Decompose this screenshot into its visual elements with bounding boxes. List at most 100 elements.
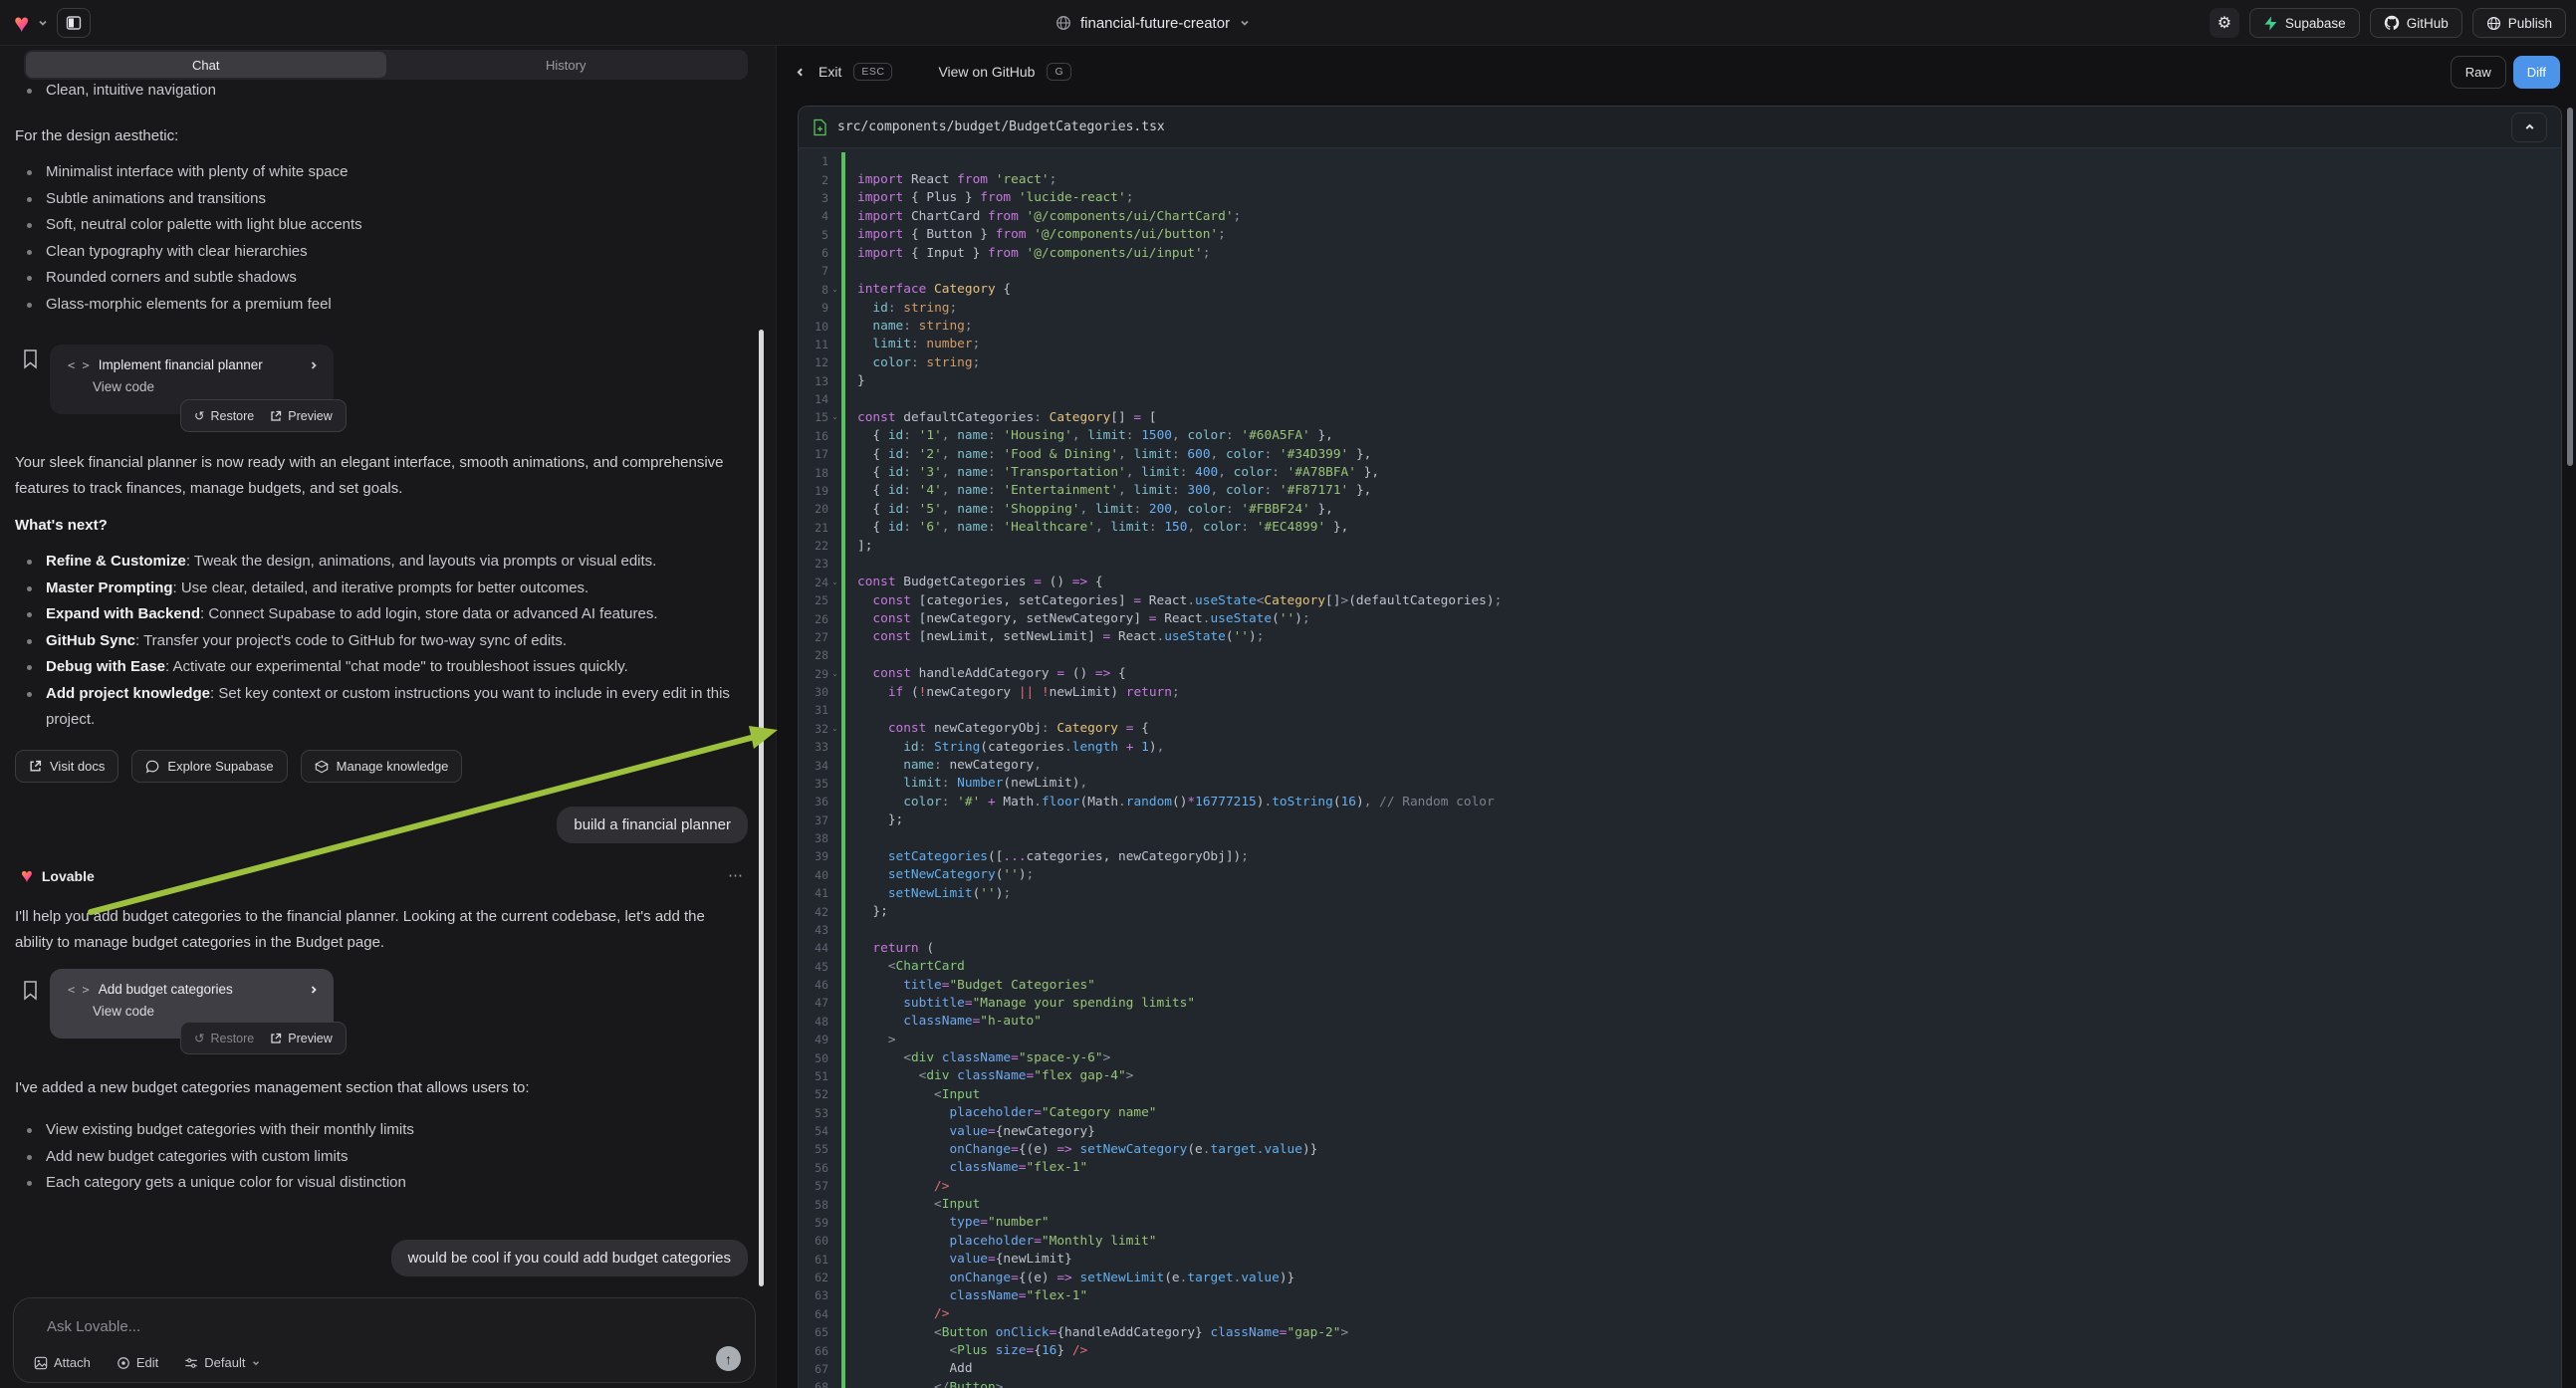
code-text: import { Button } from '@/components/ui/… (845, 227, 1226, 242)
fold-chevron-icon[interactable]: ⌄ (828, 724, 841, 734)
chat-input[interactable]: Ask Lovable... (47, 1318, 140, 1335)
line-number: 46 (799, 978, 828, 992)
line-number: 51 (799, 1069, 828, 1083)
code-text: { id: '3', name: 'Transportation', limit… (845, 465, 1379, 480)
visit-docs-button[interactable]: Visit docs (15, 750, 118, 783)
lovable-logo-icon[interactable]: ♥ (14, 10, 29, 36)
assistant-name: Lovable (42, 868, 95, 884)
code-scrollbar[interactable] (2567, 108, 2573, 466)
code-text: setNewLimit(''); (845, 886, 1011, 901)
whats-next-heading: What's next? (15, 517, 108, 534)
fold-chevron-icon[interactable]: ⌄ (828, 412, 841, 422)
supabase-label: Supabase (2285, 16, 2346, 31)
list-item: Expand with Backend: Connect Supabase to… (25, 601, 744, 628)
attach-button[interactable]: Attach (34, 1355, 91, 1370)
code-text: /> (845, 1306, 949, 1321)
line-number: 26 (799, 612, 828, 626)
settings-button[interactable]: ⚙ (2210, 8, 2239, 38)
code-line: 53 placeholder="Category name" (799, 1104, 2561, 1122)
restore-button[interactable]: ↺Restore (194, 1031, 254, 1045)
toggle-sidebar-button[interactable] (57, 8, 91, 38)
manage-knowledge-button[interactable]: Manage knowledge (301, 750, 463, 783)
tab-chat[interactable]: Chat (26, 52, 386, 78)
code-text: import React from 'react'; (845, 172, 1056, 187)
line-number: 1 (799, 154, 828, 168)
code-line: 1 (799, 152, 2561, 170)
send-button[interactable]: ↑ (716, 1346, 741, 1371)
chevron-left-icon[interactable] (794, 66, 807, 79)
code-text: <div className="flex gap-4"> (845, 1068, 1133, 1083)
bookmark-icon[interactable] (22, 348, 39, 369)
code-text: name: string; (845, 319, 973, 334)
code-text: { id: '5', name: 'Shopping', limit: 200,… (845, 502, 1333, 517)
line-number: 12 (799, 355, 828, 369)
view-code-link[interactable]: View code (50, 372, 334, 394)
code-line: 14 (799, 390, 2561, 408)
line-number: 45 (799, 960, 828, 974)
code-line: 5import { Button } from '@/components/ui… (799, 226, 2561, 244)
list-item: Minimalist interface with plenty of whit… (25, 159, 747, 186)
code-line: 62 onChange={(e) => setNewLimit(e.target… (799, 1269, 2561, 1286)
view-code-link[interactable]: View code (50, 997, 334, 1019)
file-added-icon (813, 118, 827, 136)
code-text: <Input (845, 1197, 980, 1212)
code-text: const newCategoryObj: Category = { (845, 721, 1149, 736)
line-number: 10 (799, 320, 828, 334)
fold-chevron-icon[interactable]: ⌄ (828, 578, 841, 587)
bookmark-icon[interactable] (22, 980, 39, 1001)
line-number: 56 (799, 1161, 828, 1175)
chat-panel: Chat History Clean, intuitive navigation… (0, 46, 777, 1388)
code-line: 20 { id: '5', name: 'Shopping', limit: 2… (799, 500, 2561, 518)
fold-chevron-icon[interactable]: ⌄ (828, 669, 841, 679)
message-menu-button[interactable]: ⋯ (728, 866, 744, 884)
restore-button[interactable]: ↺Restore (194, 408, 254, 423)
fold-chevron-icon[interactable]: ⌄ (828, 285, 841, 295)
list-item: View existing budget categories with the… (25, 1117, 747, 1144)
raw-toggle-button[interactable]: Raw (2451, 56, 2506, 89)
line-number: 67 (799, 1362, 828, 1376)
code-line: 46 title="Budget Categories" (799, 976, 2561, 994)
edit-card-title: Implement financial planner (99, 357, 299, 372)
list-item: Clean, intuitive navigation (25, 78, 747, 105)
explore-supabase-button[interactable]: Explore Supabase (131, 750, 287, 783)
edit-mode-button[interactable]: Edit (117, 1355, 158, 1370)
line-number: 68 (799, 1380, 828, 1388)
file-header[interactable]: src/components/budget/BudgetCategories.t… (799, 107, 2561, 148)
chat-scrollbar[interactable] (759, 330, 764, 1286)
diff-toggle-button[interactable]: Diff (2513, 56, 2560, 89)
preview-button[interactable]: Preview (270, 1032, 332, 1045)
publish-button[interactable]: Publish (2472, 8, 2566, 38)
line-number: 29 (799, 667, 828, 681)
line-number: 60 (799, 1234, 828, 1248)
list-item: Rounded corners and subtle shadows (25, 265, 747, 292)
added-bullet-list: View existing budget categories with the… (25, 1117, 747, 1197)
code-text: name: newCategory, (845, 758, 1042, 773)
restore-icon: ↺ (194, 408, 204, 423)
line-number: 58 (799, 1198, 828, 1212)
code-line: 3import { Plus } from 'lucide-react'; (799, 189, 2561, 207)
code-line: 51 <div className="flex gap-4"> (799, 1067, 2561, 1085)
external-link-icon (270, 1033, 282, 1044)
tab-history[interactable]: History (386, 52, 747, 78)
list-item: Add project knowledge: Set key context o… (25, 681, 744, 734)
model-selector[interactable]: Default (184, 1355, 261, 1370)
chat-composer[interactable]: Ask Lovable... Attach Edit Default ↑ (13, 1297, 756, 1383)
code-line: 24⌄const BudgetCategories = () => { (799, 574, 2561, 591)
code-text: { id: '4', name: 'Entertainment', limit:… (845, 483, 1371, 498)
chevron-down-icon[interactable] (37, 17, 49, 29)
code-text: { id: '2', name: 'Food & Dining', limit:… (845, 447, 1371, 462)
code-line: 11 limit: number; (799, 336, 2561, 353)
supabase-button[interactable]: Supabase (2249, 8, 2360, 38)
exit-button[interactable]: Exit (819, 64, 841, 80)
collapse-file-button[interactable] (2511, 113, 2547, 142)
project-switcher[interactable]: financial-future-creator (1055, 0, 1251, 46)
restore-icon: ↺ (194, 1031, 204, 1045)
code-text: if (!newCategory || !newLimit) return; (845, 685, 1180, 700)
preview-button[interactable]: Preview (270, 409, 332, 423)
code-line: 40 setNewCategory(''); (799, 866, 2561, 884)
view-on-github-button[interactable]: View on GitHub (938, 64, 1035, 80)
code-editor[interactable]: 12 import React from 'react'; 3import { Pl… (799, 148, 2561, 1388)
code-text: </Button> (845, 1380, 1003, 1388)
github-button[interactable]: GitHub (2370, 8, 2462, 38)
line-number: 63 (799, 1288, 828, 1302)
